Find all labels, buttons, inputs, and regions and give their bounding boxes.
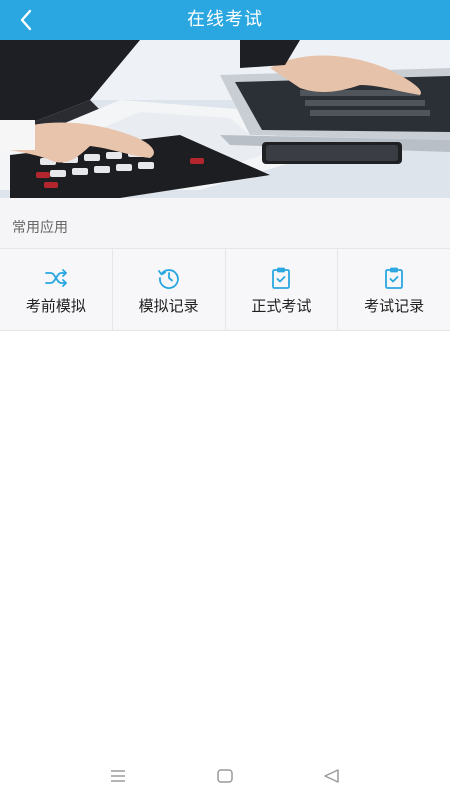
section-title: 常用应用: [12, 220, 68, 236]
app-header: 在线考试: [0, 0, 450, 40]
app-item-label: 考试记录: [364, 297, 425, 315]
office-photo: [0, 40, 450, 198]
app-item-label: 正式考试: [251, 297, 312, 315]
home-icon[interactable]: [215, 768, 235, 784]
clipboard-check-icon: [385, 267, 404, 289]
clipboard-check-icon: [272, 267, 291, 289]
history-icon: [157, 269, 179, 289]
app-grid: 考前模拟 模拟记录 正式考试 考试记录: [0, 248, 450, 331]
banner-image: [0, 40, 450, 198]
app-item-label: 考前模拟: [25, 297, 86, 315]
shuffle-icon: [44, 269, 67, 287]
menu-icon[interactable]: [108, 768, 128, 784]
app-item-mock-records[interactable]: 模拟记录: [113, 249, 226, 330]
section-header: 常用应用: [0, 198, 450, 248]
app-item-mock-exam[interactable]: 考前模拟: [0, 249, 113, 330]
system-nav-bar: [0, 752, 450, 800]
page-title: 在线考试: [187, 9, 263, 30]
app-item-label: 模拟记录: [138, 297, 199, 315]
back-triangle-icon[interactable]: [322, 768, 342, 784]
app-item-exam-records[interactable]: 考试记录: [338, 249, 450, 330]
app-item-formal-exam[interactable]: 正式考试: [226, 249, 339, 330]
